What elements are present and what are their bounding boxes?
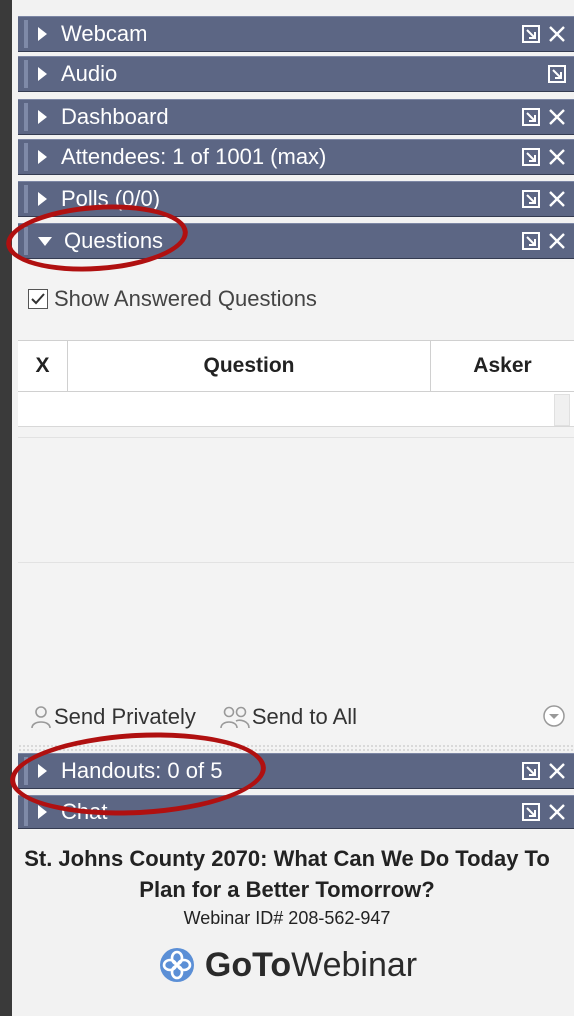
webinar-title: St. Johns County 2070: What Can We Do To… — [24, 846, 550, 902]
expand-arrow-icon[interactable] — [38, 27, 47, 41]
questions-table-header: X Question Asker — [18, 340, 574, 392]
panel-attendees-header[interactable]: Attendees: 1 of 1001 (max) — [18, 139, 574, 175]
divider — [18, 562, 574, 563]
close-icon[interactable] — [546, 146, 568, 168]
popout-icon[interactable] — [520, 760, 542, 782]
panel-audio-header[interactable]: Audio — [18, 56, 574, 92]
questions-list[interactable] — [18, 392, 574, 427]
show-answered-checkbox[interactable] — [28, 289, 48, 309]
popout-icon[interactable] — [520, 146, 542, 168]
popout-icon[interactable] — [546, 63, 568, 85]
expand-arrow-icon[interactable] — [38, 192, 47, 206]
close-icon[interactable] — [546, 106, 568, 128]
grip-handle[interactable] — [24, 103, 28, 131]
grip-handle[interactable] — [24, 60, 28, 88]
grip-handle[interactable] — [24, 185, 28, 213]
close-icon[interactable] — [546, 188, 568, 210]
logo-webinar-text: Webinar — [291, 945, 418, 984]
popout-icon[interactable] — [520, 23, 542, 45]
expand-arrow-icon[interactable] — [38, 150, 47, 164]
expand-arrow-icon[interactable] — [38, 67, 47, 81]
panel-title: Dashboard — [61, 104, 169, 129]
panel-title: Webcam — [61, 21, 148, 46]
person-icon — [31, 706, 51, 729]
panel-webcam-header[interactable]: Webcam — [18, 16, 574, 52]
gotowebinar-logo: GoTo Webinar — [0, 945, 574, 985]
grip-handle[interactable] — [24, 143, 28, 171]
grip-handle[interactable] — [24, 20, 28, 48]
close-icon[interactable] — [546, 801, 568, 823]
close-icon[interactable] — [546, 760, 568, 782]
webinar-footer: St. Johns County 2070: What Can We Do To… — [0, 843, 574, 985]
show-answered-toggle[interactable]: Show Answered Questions — [28, 286, 317, 312]
chevron-circle-icon[interactable] — [542, 704, 566, 728]
popout-icon[interactable] — [520, 106, 542, 128]
divider — [18, 437, 574, 438]
panel-dashboard-header[interactable]: Dashboard — [18, 99, 574, 135]
grip-handle[interactable] — [24, 798, 28, 826]
questions-panel: Show Answered Questions X Question Asker… — [18, 262, 574, 752]
check-icon — [30, 292, 45, 304]
panel-title: Audio — [61, 61, 118, 86]
column-header-asker[interactable]: Asker — [431, 341, 574, 391]
send-to-all-label: Send to All — [251, 704, 358, 729]
expand-arrow-icon[interactable] — [38, 110, 47, 124]
people-icon — [220, 706, 250, 729]
close-icon[interactable] — [546, 23, 568, 45]
send-to-all-button[interactable]: Send to All — [218, 704, 357, 730]
popout-icon[interactable] — [520, 801, 542, 823]
column-header-question[interactable]: Question — [68, 341, 431, 391]
popout-icon[interactable] — [520, 230, 542, 252]
send-privately-label: Send Privately — [54, 704, 196, 729]
send-privately-button[interactable]: Send Privately — [28, 704, 196, 730]
close-icon[interactable] — [546, 230, 568, 252]
webinar-id: Webinar ID# 208-562-947 — [183, 908, 391, 928]
scrollbar[interactable] — [554, 394, 570, 426]
popout-icon[interactable] — [520, 188, 542, 210]
column-header-x[interactable]: X — [18, 341, 68, 391]
side-panel: Webcam Audio Dashboard Attendees: 1 of 1… — [12, 0, 574, 1016]
expand-arrow-icon[interactable] — [38, 805, 47, 819]
panel-title: Attendees: 1 of 1001 (max) — [61, 144, 327, 169]
logo-goto-text: GoTo — [204, 945, 292, 984]
show-answered-label: Show Answered Questions — [54, 286, 317, 311]
gotowebinar-logo-icon — [159, 948, 194, 982]
